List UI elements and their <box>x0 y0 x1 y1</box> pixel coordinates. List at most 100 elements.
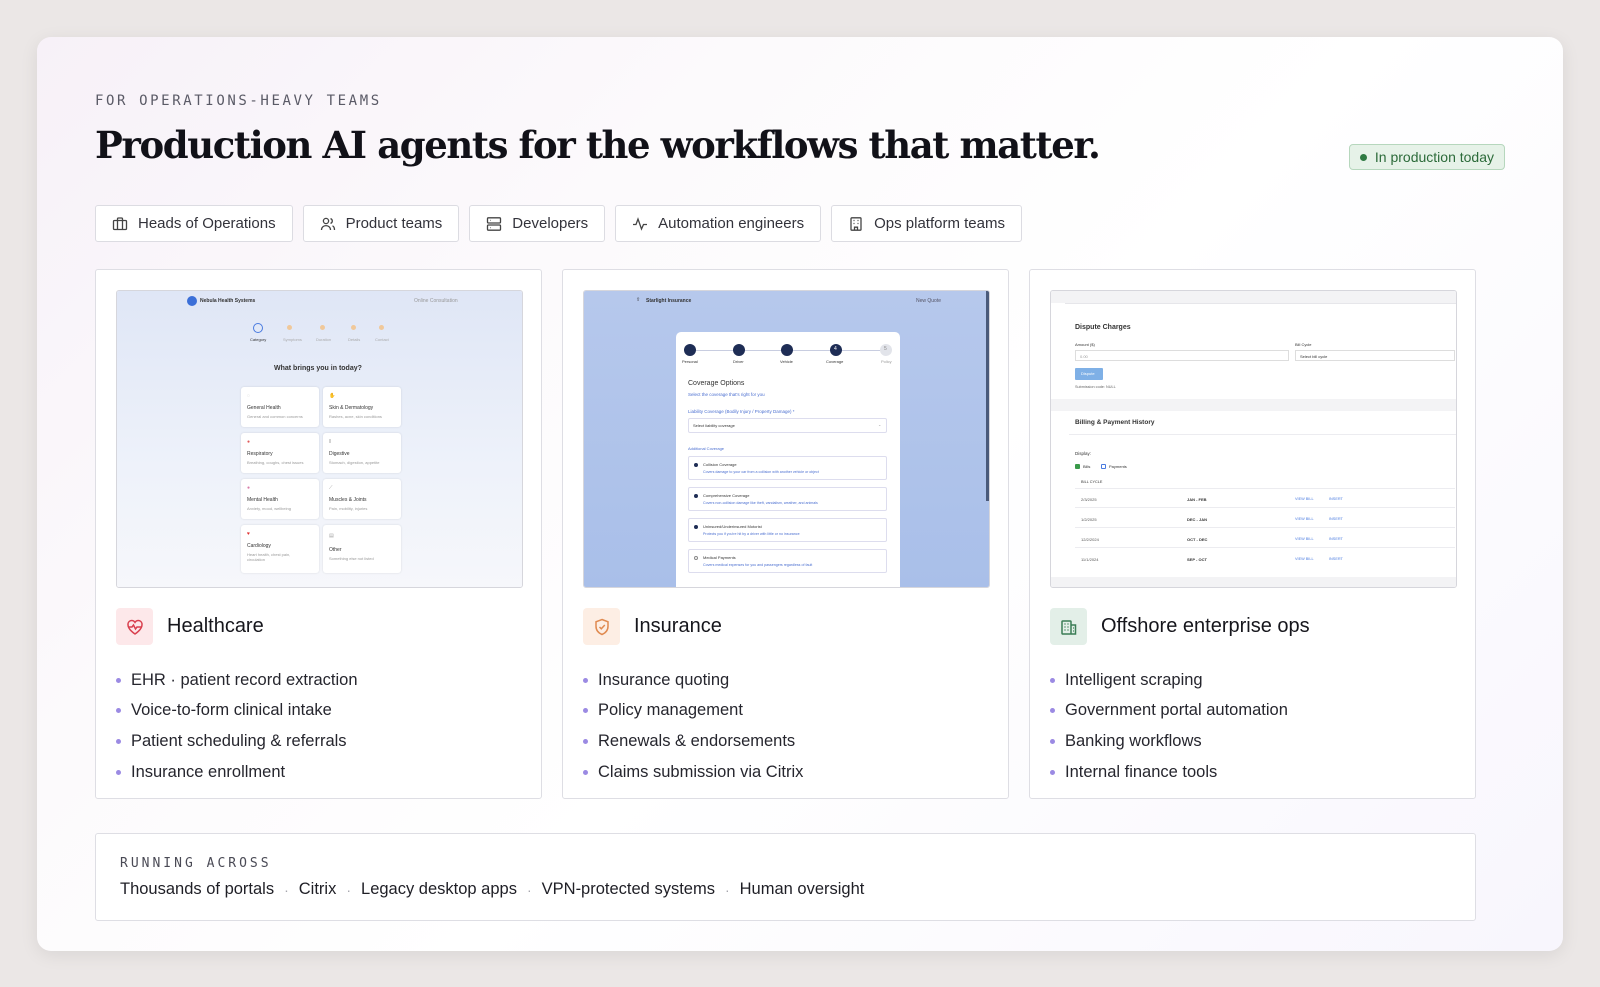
option-comprehensive[interactable]: Comprehensive Coverage Covers non-collis… <box>688 487 887 511</box>
insert-link[interactable]: INSERT <box>1329 537 1343 541</box>
activity-icon <box>633 216 648 231</box>
page-title: Production AI agents for the workflows t… <box>95 123 1101 167</box>
running-item: VPN-protected systems <box>541 880 715 898</box>
tile-cardiology[interactable]: ♥ Cardiology Heart health, chest pain, c… <box>241 525 319 573</box>
cell-cycle: OCT - DEC <box>1187 537 1208 542</box>
tile-skin[interactable]: ✋ Skin & Dermatology Rashes, acne, skin … <box>323 387 401 427</box>
list-item: Intelligent scraping <box>1050 665 1288 696</box>
dispute-button[interactable]: Dispute <box>1075 368 1103 380</box>
checkbox-checked-icon <box>694 494 698 498</box>
submission-code: Submission code: NULL <box>1075 385 1116 389</box>
running-across-bar: RUNNING ACROSS Thousands of portals · Ci… <box>95 833 1476 921</box>
option-title: Collision Coverage <box>703 462 737 467</box>
heart-pulse-icon <box>116 608 153 645</box>
separator-dot-icon: · <box>724 881 730 898</box>
utensils-icon: ‖ <box>329 439 332 445</box>
status-badge: In production today <box>1348 144 1505 170</box>
view-bill-link[interactable]: VIEW BILL <box>1295 537 1314 541</box>
insert-link[interactable]: INSERT <box>1329 497 1343 501</box>
hand-icon: ✋ <box>329 393 336 399</box>
tile-title: Respiratory <box>247 451 273 457</box>
step-label: Personal <box>682 359 698 364</box>
preview-nav: Online Consultation <box>414 298 458 304</box>
bill-cycle-select[interactable]: Select bill cycle <box>1295 350 1455 361</box>
amount-input[interactable]: 0.00 <box>1075 350 1289 361</box>
button-label: Dispute <box>1081 371 1095 376</box>
checkbox-empty-icon[interactable] <box>1101 464 1106 469</box>
tile-mental-health[interactable]: ● Mental Health Anxiety, mood, wellbeing <box>241 479 319 519</box>
scrollbar[interactable] <box>986 291 989 501</box>
use-case-cards: Nebula Health Systems Online Consultatio… <box>95 269 1476 799</box>
status-badge-label: In production today <box>1374 149 1494 165</box>
nebula-logo-icon <box>187 296 197 306</box>
chip-developers[interactable]: Developers <box>469 205 606 242</box>
field-label: Amount ($) <box>1075 342 1095 347</box>
field-label: Bill Cycle <box>1295 342 1312 347</box>
running-item: Legacy desktop apps <box>361 880 517 898</box>
view-bill-link[interactable]: VIEW BILL <box>1295 517 1314 521</box>
checkbox-checked-icon[interactable] <box>1075 464 1080 469</box>
card-offshore-ops[interactable]: Dispute Charges Amount ($) 0.00 Bill Cyc… <box>1029 269 1476 799</box>
liability-select[interactable]: Select liability coverage ⌄ <box>688 418 887 433</box>
card-title: Offshore enterprise ops <box>1101 615 1310 637</box>
chip-ops-platform-teams[interactable]: Ops platform teams <box>831 205 1022 242</box>
tile-sub: Anxiety, mood, wellbeing <box>247 506 291 511</box>
select-placeholder: Select liability coverage <box>693 423 735 428</box>
view-bill-link[interactable]: VIEW BILL <box>1295 557 1314 561</box>
server-icon <box>487 216 502 231</box>
chip-automation-engineers[interactable]: Automation engineers <box>615 205 822 242</box>
running-item: Thousands of portals <box>120 880 275 898</box>
step-dot-icon <box>379 325 384 330</box>
heart-icon: ♥ <box>247 531 250 537</box>
card-bullets: Insurance quoting Policy management Rene… <box>583 665 803 787</box>
list-item: Voice-to-form clinical intake <box>116 696 358 727</box>
list-item: Patient scheduling & referrals <box>116 726 358 757</box>
option-uninsured[interactable]: Uninsured/Underinsured Motorist Protects… <box>688 518 887 542</box>
option-medical[interactable]: Medical Payments Covers medical expenses… <box>688 549 887 573</box>
tile-respiratory[interactable]: ● Respiratory Breathing, coughs, chest i… <box>241 433 319 473</box>
chip-label: Product teams <box>345 215 443 232</box>
form-title: Coverage Options <box>688 380 745 387</box>
preview-nav: New Quote <box>916 298 942 304</box>
card-bullets: EHR · patient record extraction Voice-to… <box>116 665 358 787</box>
chip-product-teams[interactable]: Product teams <box>302 205 460 242</box>
tile-sub: Heart health, chest pain, circulation <box>247 552 291 562</box>
chip-label: Developers <box>512 215 589 232</box>
tile-other[interactable]: ▤ Other Something else not listed <box>323 525 401 573</box>
cell-cycle: SEP - OCT <box>1187 557 1207 562</box>
card-header: Offshore enterprise ops <box>1050 608 1310 645</box>
running-item: Human oversight <box>739 880 865 898</box>
list-item: Banking workflows <box>1050 726 1288 757</box>
filter-label: Payments <box>1109 464 1127 469</box>
step-label: Details <box>348 337 361 342</box>
history-title: Billing & Payment History <box>1075 419 1155 426</box>
cell-date: 2/3/2025 <box>1081 497 1097 502</box>
stethoscope-icon: ◌ <box>247 393 250 399</box>
coverage-form: Personal Driver Vehicle 4 Coverage 5 Pol… <box>676 332 900 587</box>
option-collision[interactable]: Collision Coverage Covers damage to your… <box>688 456 887 480</box>
separator-dot-icon: · <box>526 881 532 898</box>
view-bill-link[interactable]: VIEW BILL <box>1295 497 1314 501</box>
eyebrow: FOR OPERATIONS-HEAVY TEAMS <box>95 93 382 109</box>
step-label: Contact <box>375 337 389 342</box>
card-healthcare[interactable]: Nebula Health Systems Online Consultatio… <box>95 269 542 799</box>
insert-link[interactable]: INSERT <box>1329 557 1343 561</box>
tile-muscles[interactable]: ⟋ Muscles & Joints Pain, mobility, injur… <box>323 479 401 519</box>
chip-heads-of-operations[interactable]: Heads of Operations <box>95 205 293 242</box>
card-title: Healthcare <box>167 615 264 637</box>
building-icon <box>850 216 862 231</box>
step-number: 5 <box>884 346 887 352</box>
tile-digestive[interactable]: ‖ Digestive Stomach, digestion, appetite <box>323 433 401 473</box>
card-title: Insurance <box>634 615 722 637</box>
step-label: Symptoms <box>283 337 302 342</box>
option-title: Medical Payments <box>703 555 736 560</box>
insurance-preview: ⇪ Starlight Insurance New Quote Personal… <box>583 290 990 588</box>
step-active-icon <box>253 323 263 333</box>
card-insurance[interactable]: ⇪ Starlight Insurance New Quote Personal… <box>562 269 1009 799</box>
shield-check-icon <box>583 608 620 645</box>
step-dot-icon <box>287 325 292 330</box>
preview-brand: Nebula Health Systems <box>200 298 256 304</box>
insert-link[interactable]: INSERT <box>1329 517 1343 521</box>
status-dot-icon <box>1359 153 1367 161</box>
tile-general-health[interactable]: ◌ General Health General and common conc… <box>241 387 319 427</box>
